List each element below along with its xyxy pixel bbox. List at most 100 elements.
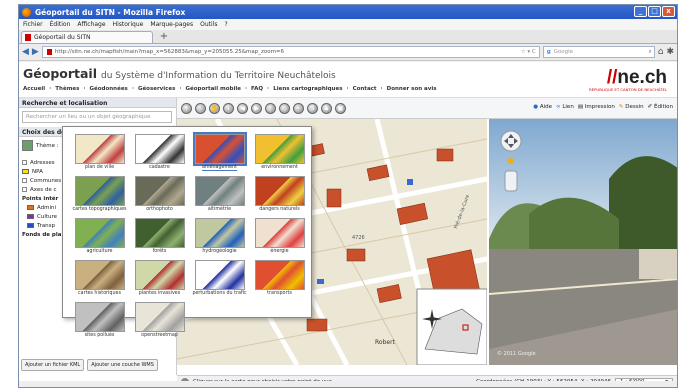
location-search-input[interactable]: Rechercher un lieu ou un objet géographi… xyxy=(22,111,172,123)
theme-label: agriculture xyxy=(86,249,113,254)
theme-tile[interactable]: hydrogéologie xyxy=(191,218,248,260)
theme-tile[interactable]: openstreetmap xyxy=(131,302,188,344)
bookmark-star-icon[interactable]: ☆ ▾ C xyxy=(521,49,536,55)
legend-swatch xyxy=(27,214,34,219)
nav-link[interactable]: Liens cartographiques xyxy=(273,86,342,92)
forward-icon[interactable]: ▶ xyxy=(32,47,39,57)
streetview-panel[interactable]: © 2011 Google xyxy=(489,119,677,365)
nav-link[interactable]: Géodonnées xyxy=(90,86,128,92)
search-field[interactable]: g Google ⌕ xyxy=(542,46,655,58)
addon-icon[interactable]: ✱ xyxy=(666,47,674,57)
checkbox[interactable] xyxy=(22,178,27,183)
add-kml-button[interactable]: Ajouter un fichier KML xyxy=(21,359,85,371)
nav-link[interactable]: Thèmes xyxy=(55,86,79,92)
theme-tile[interactable]: altimétrie xyxy=(191,176,248,218)
nav-link[interactable]: Accueil xyxy=(23,86,45,92)
theme-thumbnail xyxy=(254,218,305,248)
nav-link[interactable]: Géoportail mobile xyxy=(186,86,241,92)
3d-icon[interactable]: 3 xyxy=(307,102,318,114)
streetview-icon[interactable]: ♟ xyxy=(321,102,332,114)
theme-tile[interactable]: perturbations du trafic xyxy=(191,260,248,302)
streetview-navigation-control[interactable] xyxy=(500,130,522,152)
theme-selector-popup[interactable]: plan de ville cadastre aménagement environn… xyxy=(62,126,312,338)
legend-swatch xyxy=(27,223,34,228)
link-button[interactable]: ∞ Lien xyxy=(556,104,574,110)
theme-thumbnail xyxy=(254,260,305,290)
measure-icon[interactable]: / xyxy=(265,102,276,114)
previous-icon[interactable]: ◀ xyxy=(237,102,248,114)
theme-label: cadastre xyxy=(149,165,170,170)
nav-link[interactable]: FAQ xyxy=(251,86,263,92)
checkbox[interactable] xyxy=(22,187,27,192)
profile-icon[interactable]: ~ xyxy=(293,102,304,114)
theme-tile[interactable]: plan de ville xyxy=(71,134,128,176)
theme-tile[interactable]: cartes topographiques xyxy=(71,176,128,218)
help-icon: ● xyxy=(533,104,539,110)
menu-item[interactable]: Édition xyxy=(50,21,71,28)
zoom-out-icon[interactable]: - xyxy=(195,102,206,114)
maximize-button[interactable]: □ xyxy=(648,6,661,17)
help-button[interactable]: ● Aide xyxy=(533,104,552,110)
window-bottom-bar xyxy=(19,381,677,387)
theme-tile[interactable]: transports xyxy=(251,260,308,302)
back-icon[interactable]: ◀ xyxy=(22,47,29,57)
full-extent-icon[interactable]: ▣ xyxy=(335,102,346,114)
theme-tile[interactable]: plantes invasives xyxy=(131,260,188,302)
streetview-image[interactable]: © 2011 Google xyxy=(489,119,677,365)
theme-tile[interactable]: cadastre xyxy=(131,134,188,176)
draw-button[interactable]: ✎ Dessin xyxy=(619,104,644,110)
menu-item[interactable]: Outils xyxy=(200,21,217,28)
theme-tile[interactable]: environnement xyxy=(251,134,308,176)
theme-label: forêts xyxy=(152,249,167,254)
streetview-copyright: © 2011 Google xyxy=(497,350,536,357)
nav-link[interactable]: Contact xyxy=(353,86,377,92)
menu-item[interactable]: Marque-pages xyxy=(150,21,193,28)
theme-tile[interactable]: sites pollués xyxy=(71,302,128,344)
area-icon[interactable]: ◇ xyxy=(279,102,290,114)
info-icon[interactable]: i xyxy=(223,102,234,114)
close-button[interactable]: x xyxy=(662,6,675,17)
map-label: Robert xyxy=(375,339,396,346)
pan-icon[interactable]: ✋ xyxy=(209,102,220,114)
theme-icon[interactable] xyxy=(22,140,33,151)
menu-item[interactable]: Fichier xyxy=(23,21,43,28)
search-icon[interactable]: ⌕ xyxy=(649,49,652,56)
menu-item[interactable]: Historique xyxy=(113,21,144,28)
ne-ch-logo[interactable]: //ne.ch RÉPUBLIQUE ET CANTON DE NEUCHÂTE… xyxy=(589,67,667,92)
theme-tile[interactable]: dangers naturels xyxy=(251,176,308,218)
legend-swatch xyxy=(22,169,29,174)
menu-item[interactable]: Affichage xyxy=(77,21,105,28)
theme-tile[interactable]: orthophoto xyxy=(131,176,188,218)
next-icon[interactable]: ▶ xyxy=(251,102,262,114)
streetview-pegman-icon[interactable] xyxy=(508,158,514,164)
theme-tile[interactable]: forêts xyxy=(131,218,188,260)
new-tab-button[interactable]: + xyxy=(157,32,171,43)
theme-tile[interactable]: agriculture xyxy=(71,218,128,260)
theme-thumbnail xyxy=(194,218,245,248)
checkbox[interactable] xyxy=(22,160,27,165)
home-icon[interactable]: ⌂ xyxy=(658,47,664,57)
theme-thumbnail xyxy=(74,260,125,290)
pencil-icon: ✎ xyxy=(618,104,624,110)
add-wms-button[interactable]: Ajouter une couche WMS xyxy=(87,359,158,371)
minimize-button[interactable]: _ xyxy=(634,6,647,17)
tab-geoportail[interactable]: Géoportail du SITN xyxy=(21,31,153,43)
theme-tile[interactable]: cartes historiques xyxy=(71,260,128,302)
print-icon: ▤ xyxy=(577,104,584,110)
nav-link[interactable]: Donner son avis xyxy=(387,86,437,92)
theme-label: cartes historiques xyxy=(78,291,121,296)
theme-tile[interactable]: aménagement xyxy=(191,132,248,176)
menu-item[interactable]: ? xyxy=(224,21,227,28)
theme-label: plantes invasives xyxy=(138,291,181,296)
print-button[interactable]: ▤ Impression xyxy=(578,104,615,110)
nav-link[interactable]: Géoservices xyxy=(138,86,175,92)
streetview-zoom-control[interactable] xyxy=(504,170,518,192)
theme-label: aménagement xyxy=(201,165,238,171)
zoom-in-icon[interactable]: + xyxy=(181,102,192,114)
tab-label: Géoportail du SITN xyxy=(34,34,91,41)
url-bar[interactable]: http://sitn.ne.ch/mapfish/main?map_x=562… xyxy=(41,46,540,58)
site-header: Géoportail du Système d'Information du T… xyxy=(19,62,677,98)
theme-label: hydrogéologie xyxy=(202,249,237,254)
theme-tile[interactable]: énergie xyxy=(251,218,308,260)
edit-button[interactable]: ✐ Édition xyxy=(648,104,673,110)
